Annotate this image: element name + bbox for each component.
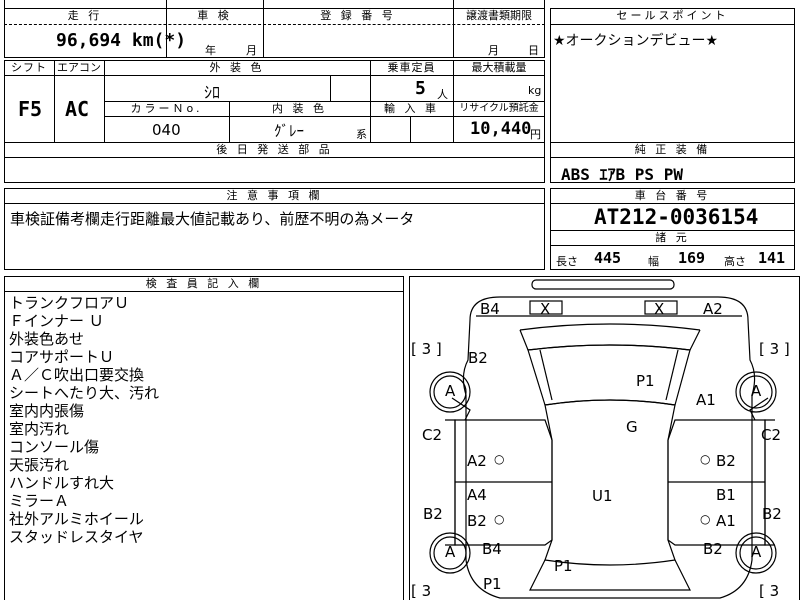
front-door-right-grade: B2 [716,452,736,470]
tread-right-bottom: [ 3 [759,582,780,600]
tread-left-bottom: [ 3 [411,582,432,600]
rear-door-right-upper-grade: B1 [716,486,736,504]
tire-fl-grade: A [445,382,456,400]
tire-rl-grade: A [445,543,456,561]
tread-left-top: [ 3 ] [411,340,442,358]
grille-shape [519,323,701,331]
tread-right-top: [ 3 ] [759,340,790,358]
rear-fender-right-grade: B2 [703,540,723,558]
front-door-right-mark: ○ [700,452,711,466]
tire-fr-grade: A [751,382,762,400]
rear-door-left-upper-grade: A4 [467,486,487,504]
hood-shape [519,329,701,351]
pillar-right-grade: C2 [761,426,782,444]
rear-door-right-lower-grade: A1 [716,512,736,530]
rear-door-right-mark: ○ [700,512,711,526]
rear-door-left-mark: ○ [494,512,505,526]
car-diagram [429,279,777,599]
rear-door-left-lower-grade: B2 [467,512,487,530]
front-door-left-grade: A2 [467,452,487,470]
front-door-left-mark: ○ [494,452,505,466]
rear-fender-left-grade: B4 [482,540,502,558]
headlight-right-grade: X [654,300,665,318]
trunk-grade: P1 [554,557,573,575]
rear-bumper-left-grade: P1 [483,575,502,593]
roof-shape [544,399,676,566]
rocker-left-grade: B2 [423,505,443,523]
front-fender-right-grade: A1 [696,391,716,409]
tire-rr-grade: A [751,543,762,561]
windshield-grade: G [626,418,638,436]
roof-grade: U1 [592,487,613,505]
windshield-shape [527,344,691,406]
rocker-right-grade: B2 [762,505,782,523]
front-right-corner-grade: A2 [703,300,723,318]
mirror-right-shape [749,397,769,421]
front-grille-shape [531,279,675,290]
front-fender-left-grade: B2 [468,349,488,367]
pillar-left-grade: C2 [422,426,443,444]
hood-grade: P1 [636,372,655,390]
headlight-left-grade: X [540,300,551,318]
front-left-corner-grade: B4 [480,300,500,318]
